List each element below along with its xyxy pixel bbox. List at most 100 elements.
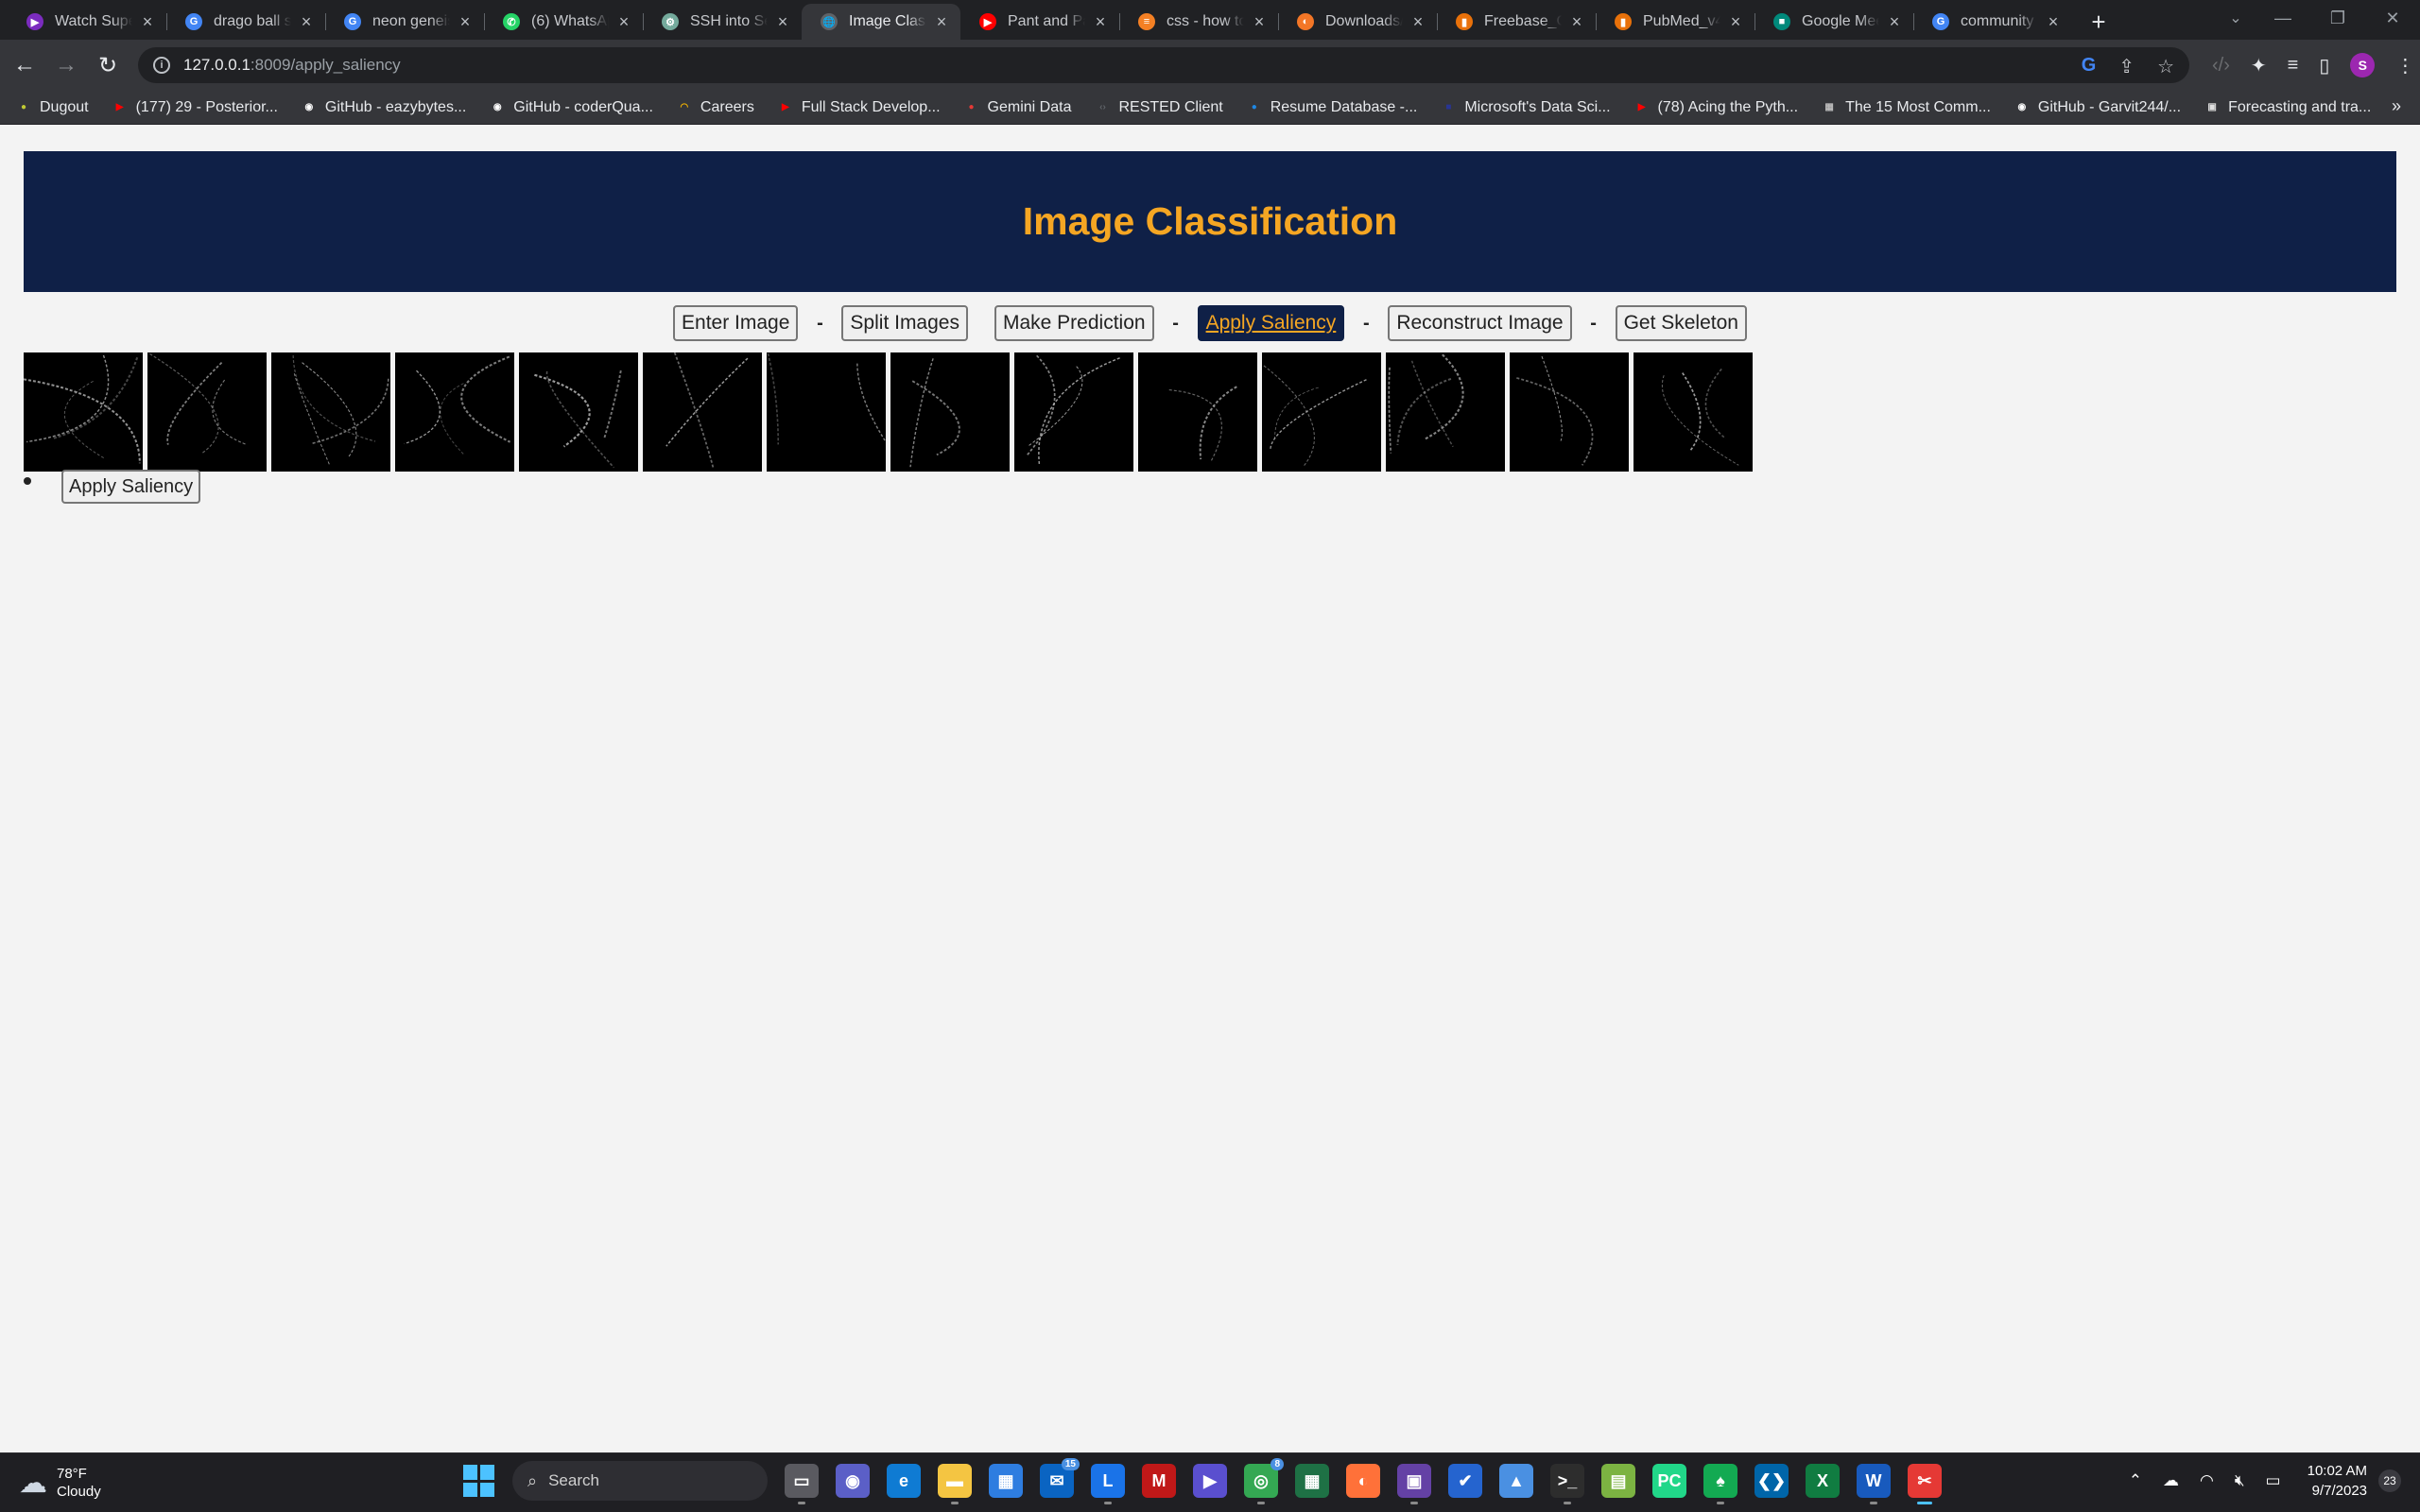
browser-tab[interactable]: ✆ (6) WhatsApp ×: [484, 4, 643, 40]
game-icon[interactable]: ▣: [1397, 1464, 1431, 1504]
volume-muted-icon[interactable]: 🔇︎: [2235, 1471, 2245, 1490]
vscode-icon[interactable]: ❮❯: [1754, 1464, 1789, 1498]
browser-tab[interactable]: ▶ Pant and Pan ×: [960, 4, 1119, 40]
browser-tab[interactable]: Gcommunity in ×: [1913, 4, 2072, 40]
bookmark-item[interactable]: ▣ Forecasting and tra...: [2204, 99, 2371, 116]
start-button[interactable]: [463, 1465, 495, 1497]
todo-icon[interactable]: ✔: [1448, 1464, 1482, 1498]
mongodb-icon[interactable]: ♠: [1703, 1464, 1737, 1504]
extensions-icon[interactable]: ✦: [2251, 54, 2267, 77]
battery-icon[interactable]: ▭: [2266, 1471, 2281, 1490]
bookmark-item[interactable]: ‹› RESTED Client: [1094, 99, 1223, 116]
notepad-icon[interactable]: ▤: [1601, 1464, 1635, 1498]
bookmark-item[interactable]: ◠ Careers: [676, 99, 754, 116]
tab-close-icon[interactable]: ×: [1567, 12, 1586, 32]
clock[interactable]: 10:02 AM 9/7/2023: [2308, 1461, 2367, 1501]
close-window-icon[interactable]: ✕: [2365, 0, 2420, 36]
browser-tab[interactable]: ▶ Watch Super I ×: [8, 4, 166, 40]
google-lens-icon[interactable]: G: [2082, 55, 2097, 78]
lens-icon[interactable]: L: [1091, 1464, 1125, 1504]
apply-saliency-button[interactable]: Apply Saliency: [61, 470, 201, 504]
forward-icon[interactable]: →: [49, 48, 83, 82]
mail-icon[interactable]: ✉ 15: [1040, 1458, 1080, 1498]
tab-close-icon[interactable]: ×: [1409, 12, 1427, 32]
tab-close-icon[interactable]: ×: [1091, 12, 1110, 32]
file-explorer-icon[interactable]: ▬: [938, 1464, 972, 1504]
bookmarks-overflow-icon[interactable]: »: [2392, 96, 2401, 116]
step-button-get-skeleton[interactable]: Get Skeleton: [1615, 305, 1747, 341]
notification-count[interactable]: 23: [2378, 1469, 2401, 1492]
pycharm-icon[interactable]: PC: [1652, 1464, 1686, 1498]
tab-close-icon[interactable]: ×: [773, 12, 792, 32]
back-icon[interactable]: ←: [8, 48, 42, 82]
tab-close-icon[interactable]: ×: [1726, 12, 1745, 32]
minimize-icon[interactable]: —: [2256, 0, 2310, 36]
excel-sheet-icon[interactable]: ▦: [1295, 1464, 1329, 1498]
bookmark-item[interactable]: ● Resume Database -...: [1246, 99, 1418, 116]
onedrive-icon[interactable]: ☁: [2163, 1471, 2179, 1490]
bookmark-item[interactable]: ● Gemini Data: [963, 99, 1072, 116]
devtools-icon[interactable]: ‹/›: [2212, 55, 2230, 77]
wifi-icon[interactable]: ◠: [2200, 1471, 2214, 1490]
tab-close-icon[interactable]: ×: [1885, 12, 1904, 32]
site-info-icon[interactable]: i: [153, 57, 170, 74]
teams-icon[interactable]: ◉: [836, 1464, 870, 1498]
tab-close-icon[interactable]: ×: [1250, 12, 1269, 32]
tab-close-icon[interactable]: ×: [297, 12, 316, 32]
browser-tab[interactable]: ⚙ SSH into Serv ×: [643, 4, 802, 40]
side-panel-icon[interactable]: ▯: [2319, 54, 2329, 77]
browser-tab[interactable]: ≡ css - how to c ×: [1119, 4, 1278, 40]
step-button-enter-image[interactable]: Enter Image: [673, 305, 799, 341]
step-button-apply-saliency[interactable]: Apply Saliency: [1197, 305, 1345, 341]
new-tab-button[interactable]: +: [2080, 4, 2118, 40]
excel-icon[interactable]: X: [1806, 1464, 1840, 1498]
photos-icon[interactable]: ▲: [1499, 1464, 1533, 1498]
browser-tab[interactable]: ▮ PubMed_v4.0 ×: [1596, 4, 1754, 40]
bookmark-star-icon[interactable]: ☆: [2157, 55, 2174, 78]
tab-close-icon[interactable]: ×: [2044, 12, 2063, 32]
snipping-tool-icon[interactable]: ✂: [1908, 1464, 1942, 1504]
bookmark-item[interactable]: ◉ GitHub - Garvit244/...: [2014, 99, 2182, 116]
tab-close-icon[interactable]: ×: [138, 12, 157, 32]
edge-icon[interactable]: e: [887, 1464, 921, 1498]
browser-tab[interactable]: ■ Google Meet ×: [1754, 4, 1913, 40]
browser-tab[interactable]: 🌐 Image Classifi ×: [802, 4, 960, 40]
chrome-icon[interactable]: ◎ 8: [1244, 1458, 1284, 1504]
bookmark-item[interactable]: ● Dugout: [15, 99, 89, 116]
word-icon[interactable]: W: [1857, 1464, 1891, 1504]
task-view-icon[interactable]: ▭: [785, 1464, 819, 1504]
power-automate-icon[interactable]: ▶: [1193, 1464, 1227, 1498]
restore-icon[interactable]: ❐: [2310, 0, 2365, 36]
profile-avatar[interactable]: S: [2350, 53, 2376, 77]
menu-icon[interactable]: ⋮: [2395, 54, 2414, 77]
firefox-icon[interactable]: ◐: [1346, 1464, 1380, 1498]
tab-close-icon[interactable]: ×: [456, 12, 475, 32]
taskbar-search[interactable]: ⌕ Search: [512, 1461, 768, 1501]
reload-icon[interactable]: ↻: [91, 48, 125, 82]
address-bar[interactable]: i 127.0.0.1:8009/apply_saliency G ⇪ ☆: [138, 47, 2189, 83]
bookmark-item[interactable]: ■ Microsoft's Data Sci...: [1440, 99, 1610, 116]
reading-list-icon[interactable]: ≡: [2288, 55, 2299, 77]
bookmark-item[interactable]: ◉ GitHub - coderQua...: [489, 99, 653, 116]
terminal-icon[interactable]: >_: [1550, 1464, 1584, 1504]
bookmark-item[interactable]: ◉ GitHub - eazybytes...: [301, 99, 467, 116]
chevron-up-icon[interactable]: ⌃: [2129, 1471, 2142, 1490]
tab-search-icon[interactable]: ⌄: [2221, 6, 2250, 30]
store-icon[interactable]: ▦: [989, 1464, 1023, 1498]
step-button-reconstruct-image[interactable]: Reconstruct Image: [1388, 305, 1572, 341]
browser-tab[interactable]: ▮ Freebase_GC ×: [1437, 4, 1596, 40]
bookmark-item[interactable]: ▶ (177) 29 - Posterior...: [112, 99, 278, 116]
tab-close-icon[interactable]: ×: [932, 12, 951, 32]
bookmark-item[interactable]: ▶ Full Stack Develop...: [777, 99, 941, 116]
mcafee-icon[interactable]: M: [1142, 1464, 1176, 1498]
share-icon[interactable]: ⇪: [2118, 55, 2135, 78]
bookmark-item[interactable]: ▦ The 15 Most Comm...: [1821, 99, 1991, 116]
bookmark-item[interactable]: ▶ (78) Acing the Pyth...: [1634, 99, 1798, 116]
browser-tab[interactable]: Gdrago ball sup ×: [166, 4, 325, 40]
browser-tab[interactable]: ◐ Downloads/ ×: [1278, 4, 1437, 40]
step-button-make-prediction[interactable]: Make Prediction: [994, 305, 1154, 341]
tab-close-icon[interactable]: ×: [614, 12, 633, 32]
browser-tab[interactable]: Gneon geneisis ×: [325, 4, 484, 40]
weather-widget[interactable]: ☁ 78°F Cloudy: [19, 1465, 101, 1501]
step-button-split-images[interactable]: Split Images: [841, 305, 968, 341]
